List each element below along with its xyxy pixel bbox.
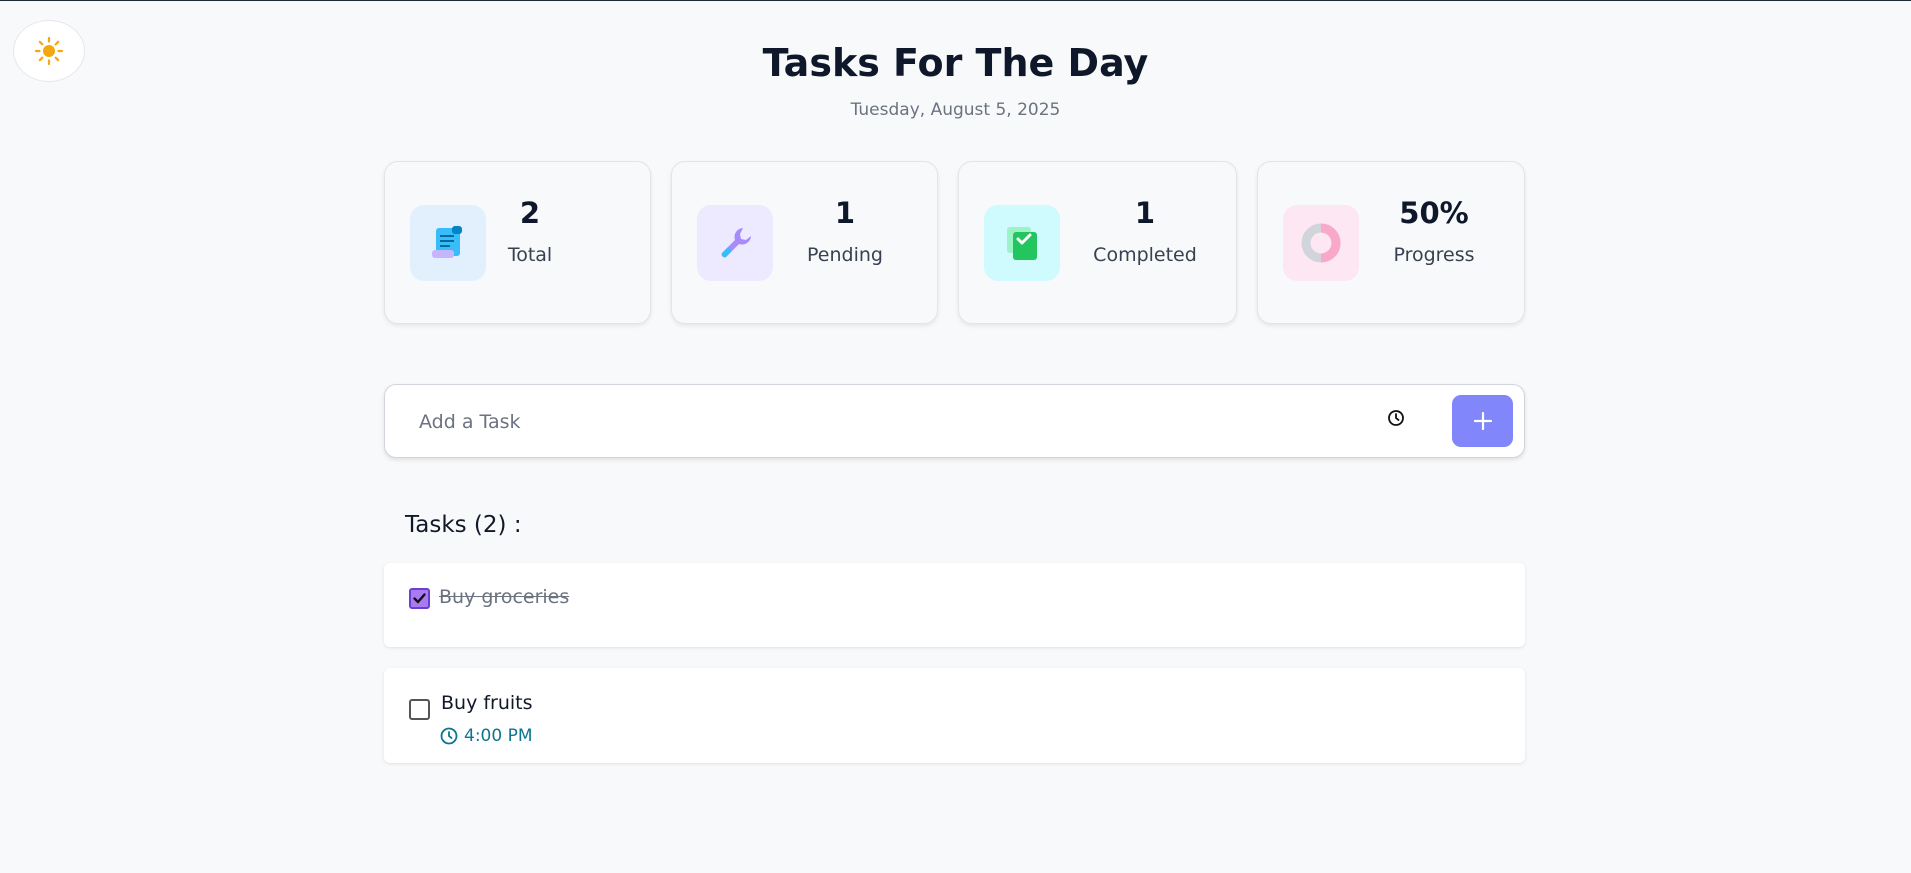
add-task-button[interactable]: [1452, 395, 1513, 447]
time-picker-button[interactable]: [1385, 407, 1407, 429]
tasks-heading: Tasks (2) :: [405, 512, 522, 538]
stat-card-pending: 1 Pending: [671, 161, 938, 324]
stat-card-completed: 1 Completed: [958, 161, 1237, 324]
stat-card-total: 2 Total: [384, 161, 651, 324]
checklist-icon: [1007, 227, 1037, 260]
stat-text: 1 Completed: [1065, 194, 1225, 266]
stat-value-progress: 50%: [1399, 196, 1469, 230]
clock-icon: [1388, 410, 1404, 426]
wrench-icon: [721, 228, 751, 258]
stat-icon-box: [984, 205, 1060, 281]
stat-text: 50% Progress: [1354, 194, 1514, 266]
stat-value-pending: 1: [834, 196, 856, 230]
current-date: Tuesday, August 5, 2025: [850, 100, 1061, 120]
add-task-bar: [384, 384, 1525, 458]
donut-chart-icon: [1301, 223, 1341, 263]
add-task-input[interactable]: [419, 403, 1319, 441]
clock-icon: [440, 727, 458, 745]
plus-icon: [1473, 411, 1492, 431]
task-title: Buy fruits: [441, 692, 533, 714]
stat-icon-box: [1283, 205, 1359, 281]
task-title: Buy groceries: [439, 586, 570, 608]
task-checkbox[interactable]: [409, 699, 430, 720]
stat-label-completed: Completed: [1093, 244, 1197, 266]
page-title: Tasks For The Day: [762, 41, 1149, 85]
stat-value-completed: 1: [1134, 196, 1156, 230]
task-time-label: 4:00 PM: [464, 726, 533, 746]
task-item: Buy groceries: [384, 563, 1525, 647]
task-item: Buy fruits 4:00 PM: [384, 668, 1525, 763]
stat-value-total: 2: [519, 196, 541, 230]
stat-card-progress: 50% Progress: [1257, 161, 1525, 324]
checkmark-icon: [413, 593, 426, 604]
stat-text: 2 Total: [450, 194, 610, 266]
stat-label-pending: Pending: [807, 244, 883, 266]
stat-icon-box: [697, 205, 773, 281]
stat-label-total: Total: [507, 244, 553, 266]
task-checkbox[interactable]: [409, 588, 430, 609]
task-time: 4:00 PM: [440, 726, 533, 746]
stat-label-progress: Progress: [1393, 244, 1475, 266]
stat-text: 1 Pending: [765, 194, 925, 266]
